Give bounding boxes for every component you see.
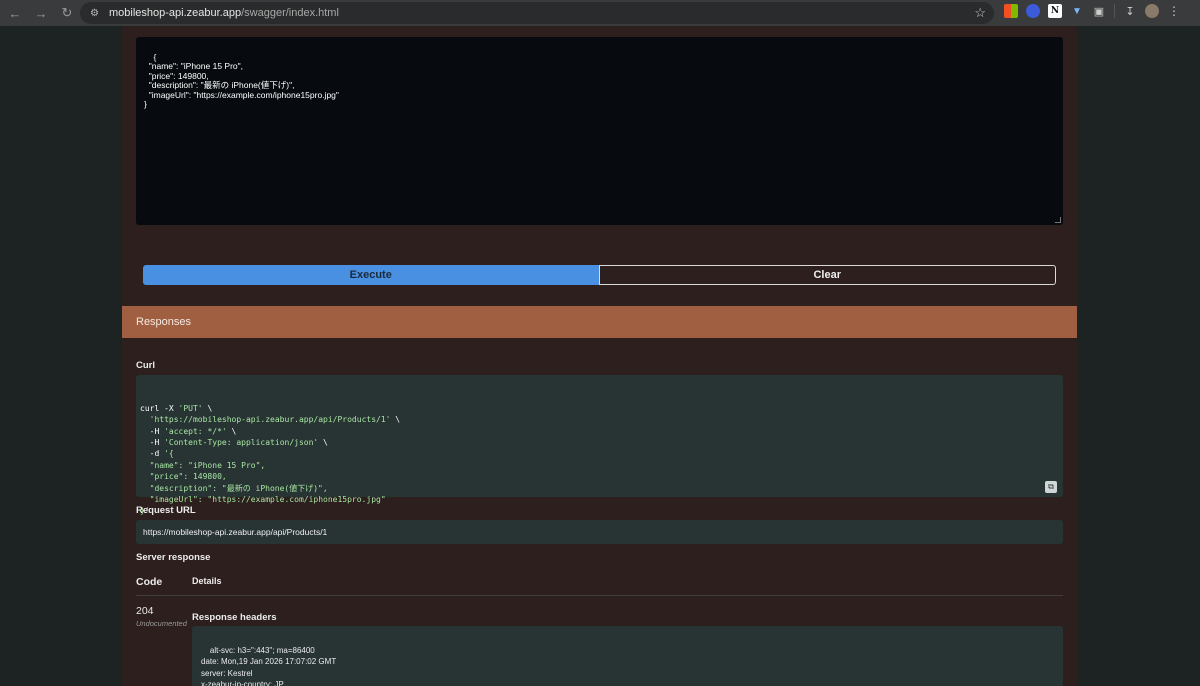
toolbar-divider bbox=[1114, 4, 1115, 18]
curl-line-command: -d bbox=[140, 449, 165, 459]
curl-line: -H 'Content-Type: application/json' \ bbox=[140, 437, 1059, 448]
response-status-code: 204 bbox=[136, 605, 154, 617]
response-table-header: Code Details bbox=[136, 572, 1063, 596]
curl-line: 'https://mobileshop-api.zeabur.app/api/P… bbox=[140, 414, 1059, 425]
request-body-editor[interactable]: { "name": "iPhone 15 Pro", "price": 1498… bbox=[136, 37, 1063, 225]
curl-line-string: 'Content-Type: application/json' bbox=[164, 438, 319, 448]
curl-line-string: "name": "iPhone 15 Pro", bbox=[140, 460, 266, 470]
curl-label: Curl bbox=[136, 360, 155, 371]
curl-line-command: -H bbox=[140, 438, 165, 448]
curl-lines: curl -X 'PUT' \ 'https://mobileshop-api.… bbox=[140, 403, 1059, 517]
microsoft-extension-icon[interactable] bbox=[1004, 4, 1018, 18]
profile-avatar[interactable] bbox=[1145, 4, 1159, 18]
url-host: mobileshop-api.zeabur.app bbox=[109, 7, 242, 19]
extensions-puzzle-icon[interactable]: ▣ bbox=[1092, 4, 1106, 18]
curl-line: "imageUrl": "https://example.com/iphone1… bbox=[140, 494, 1059, 505]
site-settings-icon[interactable]: ⚙ bbox=[88, 7, 101, 20]
clear-button[interactable]: Clear bbox=[598, 265, 1056, 285]
resize-handle[interactable] bbox=[1055, 217, 1061, 223]
request-body-text: { "name": "iPhone 15 Pro", "price": 1498… bbox=[144, 51, 339, 109]
bookmark-star-icon[interactable]: ☆ bbox=[974, 5, 986, 21]
back-icon[interactable]: ← bbox=[4, 2, 26, 24]
url-path: /swagger/index.html bbox=[241, 7, 339, 19]
curl-line-string: "price": 149800, bbox=[140, 472, 227, 482]
curl-line-string: "imageUrl": "https://example.com/iphone1… bbox=[140, 495, 386, 505]
curl-line-command: -H bbox=[140, 426, 165, 436]
curl-line-string: 'https://mobileshop-api.zeabur.app/api/P… bbox=[149, 415, 391, 425]
curl-line: }' bbox=[140, 505, 1059, 516]
curl-line: -d '{ bbox=[140, 448, 1059, 459]
execute-button[interactable]: Execute bbox=[143, 265, 599, 285]
curl-line: "name": "iPhone 15 Pro", bbox=[140, 460, 1059, 471]
request-url-value: https://mobileshop-api.zeabur.app/api/Pr… bbox=[143, 527, 328, 537]
server-response-label: Server response bbox=[136, 552, 211, 563]
curl-line-string: 'PUT' bbox=[178, 403, 203, 413]
curl-line: "description": "最新の iPhone(値下げ)", bbox=[140, 483, 1059, 494]
forward-icon[interactable]: → bbox=[30, 2, 52, 24]
curl-line-string: '{ bbox=[164, 449, 174, 459]
browser-toolbar: ← → ↻ ⚙ mobileshop-api.zeabur.app/swagge… bbox=[0, 0, 1200, 26]
curl-line-continuation: \ bbox=[318, 438, 328, 448]
download-icon[interactable]: ↧ bbox=[1123, 4, 1137, 18]
request-url-box: https://mobileshop-api.zeabur.app/api/Pr… bbox=[136, 520, 1063, 544]
operation-panel: { "name": "iPhone 15 Pro", "price": 1498… bbox=[122, 26, 1077, 686]
curl-code-block[interactable]: curl -X 'PUT' \ 'https://mobileshop-api.… bbox=[136, 375, 1063, 515]
extension-badge-icon[interactable] bbox=[1026, 4, 1040, 18]
response-headers-label: Response headers bbox=[192, 612, 277, 623]
request-url-label: Request URL bbox=[136, 505, 196, 516]
copy-to-clipboard-icon[interactable]: ⧉ bbox=[1045, 481, 1057, 493]
curl-line-continuation: \ bbox=[390, 415, 401, 425]
curl-line: curl -X 'PUT' \ bbox=[140, 403, 1059, 414]
details-column-header: Details bbox=[192, 576, 222, 586]
code-column-header: Code bbox=[136, 576, 163, 588]
responses-title: Responses bbox=[136, 316, 192, 328]
reload-icon[interactable]: ↻ bbox=[56, 2, 78, 24]
curl-line-string: 'accept: */*' bbox=[164, 426, 227, 436]
undocumented-note: Undocumented bbox=[136, 619, 187, 628]
curl-line-continuation: \ bbox=[202, 403, 213, 413]
curl-line-command: curl -X bbox=[140, 403, 179, 413]
notion-extension-icon[interactable]: N bbox=[1048, 4, 1062, 18]
curl-line-command bbox=[140, 415, 150, 424]
curl-line-continuation: \ bbox=[226, 426, 237, 436]
curl-line-string: "description": "最新の iPhone(値下げ)", bbox=[140, 483, 328, 493]
pin-extension-icon[interactable]: ▼ bbox=[1070, 4, 1084, 18]
curl-line: "price": 149800, bbox=[140, 471, 1059, 482]
response-headers-box: alt-svc: h3=":443"; ma=86400 date: Mon,1… bbox=[192, 626, 1063, 686]
responses-header: Responses bbox=[122, 306, 1077, 338]
curl-line: -H 'accept: */*' \ bbox=[140, 426, 1059, 437]
execute-wrapper: Execute Clear bbox=[143, 265, 1056, 285]
response-headers-text: alt-svc: h3=":443"; ma=86400 date: Mon,1… bbox=[201, 645, 337, 686]
more-menu-icon[interactable]: ⋮ bbox=[1167, 4, 1181, 18]
address-bar[interactable]: ⚙ mobileshop-api.zeabur.app/swagger/inde… bbox=[80, 2, 994, 24]
